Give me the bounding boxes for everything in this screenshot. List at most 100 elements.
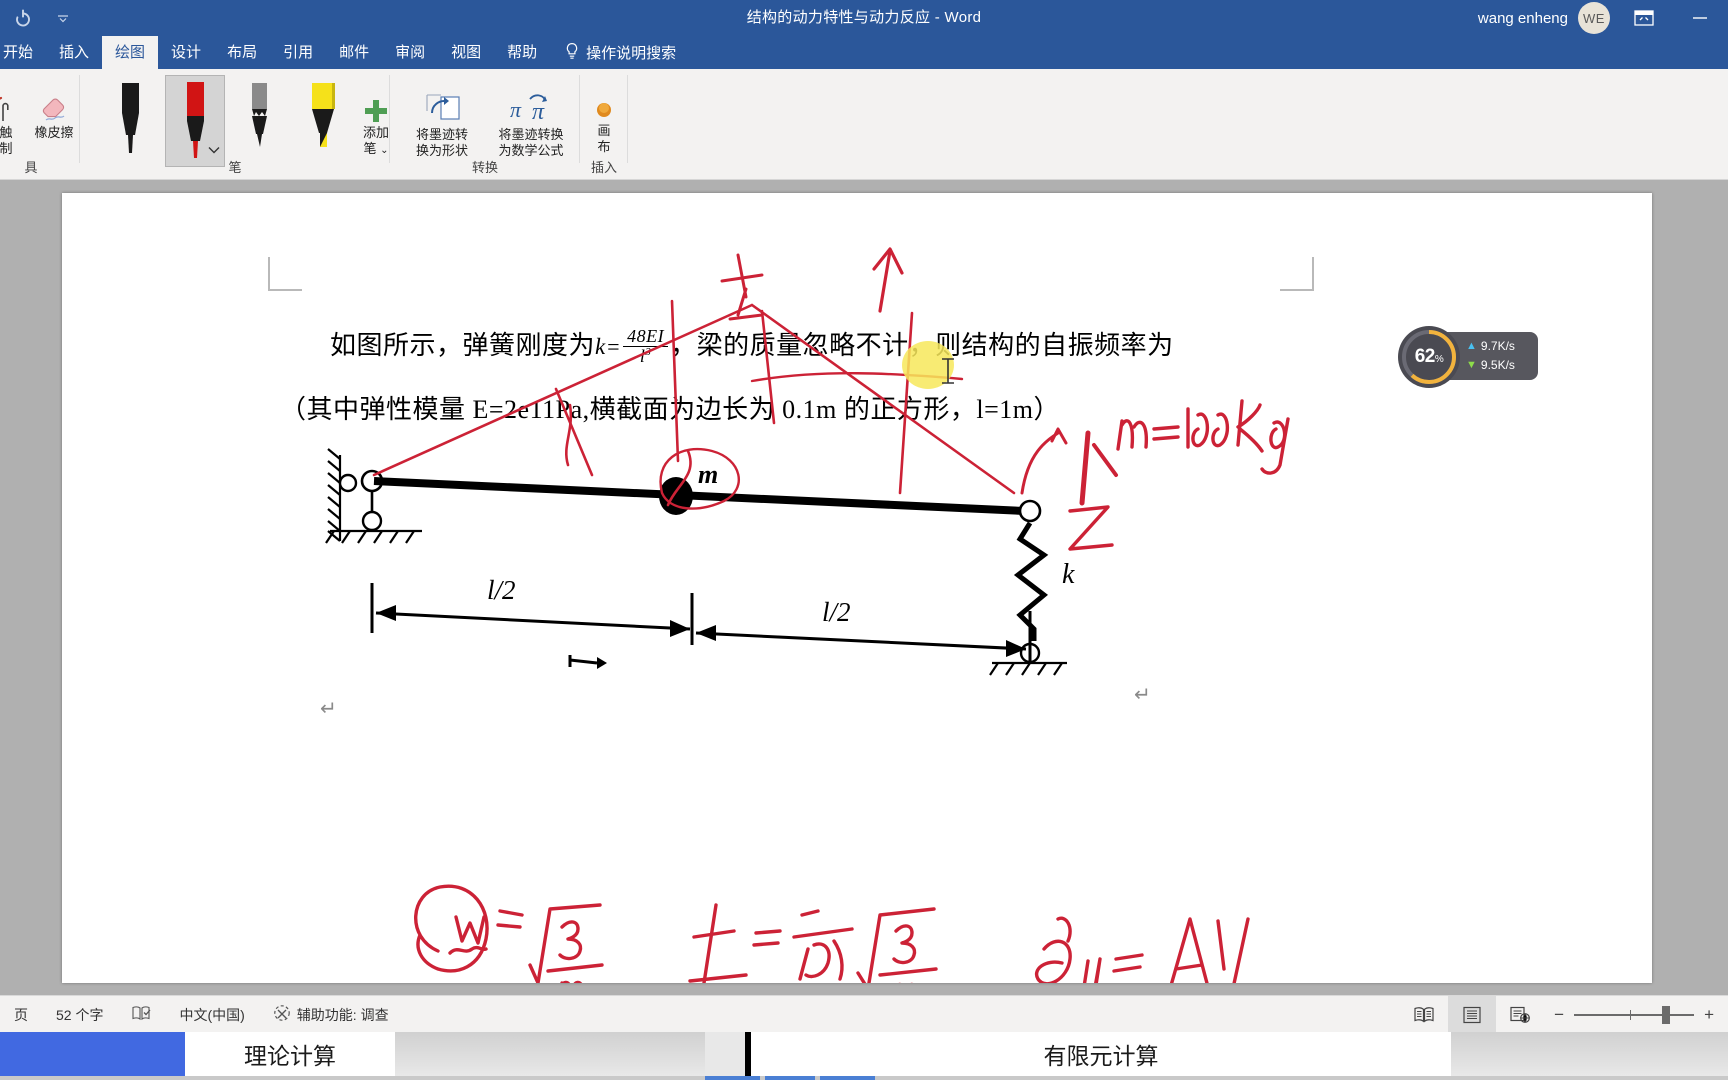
- dimension-left-label: l/2: [487, 575, 516, 605]
- ink-omega-formula: [414, 884, 604, 983]
- touch-draw-label: 触 制: [0, 125, 13, 156]
- ink-triangle: [372, 303, 1016, 495]
- tab-mailings[interactable]: 邮件: [326, 36, 382, 69]
- ribbon-group-convert-label: 转换: [471, 160, 498, 175]
- tab-start[interactable]: 开始: [0, 36, 46, 69]
- ink-delta-u-formula: [1034, 916, 1250, 983]
- page-indicator[interactable]: 页: [0, 996, 42, 1033]
- tab-view[interactable]: 视图: [438, 36, 494, 69]
- title-bar: 结构的动力特性与动力反应 - Word wang enheng WE: [0, 0, 1728, 36]
- drawing-canvas-icon: [591, 83, 617, 123]
- ink-frequency-formula: [688, 903, 938, 983]
- ribbon-group-tools: 触 制 橡皮擦 具: [0, 69, 80, 179]
- arrow-left-1: [376, 605, 396, 621]
- bottom-progress-segment-2: [765, 1076, 815, 1080]
- bottom-item-fem[interactable]: 有限元计算: [751, 1032, 1451, 1076]
- zoom-in-button[interactable]: +: [1704, 1005, 1714, 1025]
- ink-mass-value: [1116, 399, 1290, 475]
- left-gutter: [0, 180, 62, 995]
- tab-references[interactable]: 引用: [270, 36, 326, 69]
- document-page[interactable]: 如图所示，弹簧刚度为k=48EIl3，梁的质量忽略不计，则结构的自振频率为 （其…: [62, 193, 1652, 983]
- bottom-navigation-bar: 理论计算 有限元计算: [0, 1032, 1728, 1080]
- bottom-item-theory[interactable]: 理论计算: [185, 1032, 395, 1076]
- arrow-right-1: [670, 620, 690, 637]
- ribbon-display-options-icon[interactable]: [1616, 0, 1672, 36]
- ribbon-tabs: 开始 插入 绘图 设计 布局 引用 邮件 审阅 视图 帮助 操作说明搜索: [0, 36, 1728, 69]
- read-mode-button[interactable]: [1400, 996, 1448, 1033]
- ink-to-shape-button[interactable]: 将墨迹转 换为形状: [398, 79, 486, 159]
- tab-layout[interactable]: 布局: [214, 36, 270, 69]
- ink-spring-arrow: [1020, 427, 1068, 495]
- ribbon-group-pens-label: 笔: [228, 160, 242, 175]
- zoom-out-button[interactable]: −: [1554, 1005, 1564, 1025]
- beam-structure: [325, 448, 1067, 676]
- bottom-shadow-left: [395, 1032, 705, 1076]
- ink-arrow-up-over-k: [872, 247, 904, 313]
- ink-to-math-label-1: 将墨迹转换: [498, 127, 564, 142]
- spring-label: k: [1062, 559, 1075, 590]
- ink-highlight-yellow: [902, 341, 954, 389]
- download-speed-value: 9.5K/s: [1480, 358, 1515, 372]
- mass-label: m: [698, 460, 718, 489]
- word-count[interactable]: 52 个字: [42, 996, 117, 1033]
- ribbon-group-insert-label: 插入: [590, 160, 617, 175]
- window-controls: [1616, 0, 1728, 36]
- status-bar-right: − +: [1400, 996, 1728, 1033]
- highlighter-yellow[interactable]: [292, 75, 352, 167]
- zoom-slider-tick: [1630, 1009, 1632, 1020]
- group-divider: [627, 75, 628, 163]
- bottom-item-theory-label: 理论计算: [244, 1043, 336, 1069]
- accessibility-icon: [273, 1004, 291, 1025]
- ribbon-group-tools-label: 具: [24, 160, 38, 175]
- tab-design[interactable]: 设计: [158, 36, 214, 69]
- tab-review[interactable]: 审阅: [382, 36, 438, 69]
- tell-me-label: 操作说明搜索: [586, 45, 677, 62]
- left-roller: [361, 510, 383, 532]
- ink-to-shape-icon: [419, 79, 465, 127]
- svg-text:π: π: [532, 99, 545, 125]
- proofing-status[interactable]: [117, 996, 165, 1033]
- arrow-down-icon: ▼: [1466, 359, 1477, 371]
- tell-me-search[interactable]: 操作说明搜索: [550, 36, 686, 69]
- ink-vertical-3: [760, 309, 776, 425]
- eraser-label: 橡皮擦: [34, 125, 74, 140]
- avatar[interactable]: WE: [1578, 2, 1610, 34]
- small-mark: [569, 658, 598, 665]
- left-pin-outer: [338, 473, 358, 493]
- add-pen-label-1: 添加: [362, 125, 389, 140]
- web-layout-button[interactable]: [1496, 996, 1544, 1033]
- document-area[interactable]: 如图所示，弹簧刚度为k=48EIl3，梁的质量忽略不计，则结构的自振频率为 （其…: [0, 180, 1728, 995]
- language-indicator[interactable]: 中文(中国): [165, 996, 258, 1033]
- pencil-gray[interactable]: [230, 75, 290, 167]
- tab-insert[interactable]: 插入: [46, 36, 102, 69]
- bottom-accent-block: [0, 1032, 185, 1076]
- left-wall-support: [327, 448, 342, 542]
- print-layout-button[interactable]: [1448, 996, 1497, 1033]
- language-label: 中文(中国): [179, 1006, 245, 1023]
- pen-red[interactable]: [165, 75, 225, 167]
- tab-draw[interactable]: 绘图: [102, 36, 159, 69]
- word-count-label: 52 个字: [56, 1006, 104, 1023]
- bottom-progress-segment-1: [705, 1076, 760, 1080]
- status-bar: 页 52 个字 中文(中国) 辅助功能: 调查 − +: [0, 995, 1728, 1033]
- drawing-canvas-button[interactable]: 画 布: [580, 83, 628, 155]
- ribbon-group-pens: 添加 笔 ⌄ 笔: [80, 69, 390, 179]
- zoom-control[interactable]: − +: [1544, 1005, 1728, 1025]
- bottom-progress-segment-3: [820, 1076, 875, 1080]
- cpu-usage-ring[interactable]: 62%: [1398, 326, 1460, 388]
- ink-to-math-button[interactable]: π π 将墨迹转换 为数学公式: [485, 79, 577, 159]
- eraser-icon: [34, 77, 74, 125]
- touch-draw-button[interactable]: 触 制: [0, 77, 28, 157]
- right-node: [1018, 499, 1042, 523]
- pilcrow-mark-1: ↵: [1134, 684, 1151, 706]
- accessibility-label: 辅助功能: 调查: [296, 1006, 389, 1023]
- tab-help[interactable]: 帮助: [494, 36, 550, 69]
- minimize-button[interactable]: [1672, 0, 1728, 36]
- zoom-slider[interactable]: [1574, 1005, 1695, 1024]
- network-speed-widget[interactable]: 62% ▲ 9.7K/s ▼ 9.5K/s: [1398, 326, 1538, 388]
- eraser-button[interactable]: 橡皮擦: [26, 77, 82, 141]
- pen-black[interactable]: [100, 75, 160, 167]
- account-area[interactable]: wang enheng WE: [1478, 0, 1610, 36]
- zoom-slider-handle[interactable]: [1662, 1005, 1671, 1024]
- accessibility-status[interactable]: 辅助功能: 调查: [259, 996, 403, 1033]
